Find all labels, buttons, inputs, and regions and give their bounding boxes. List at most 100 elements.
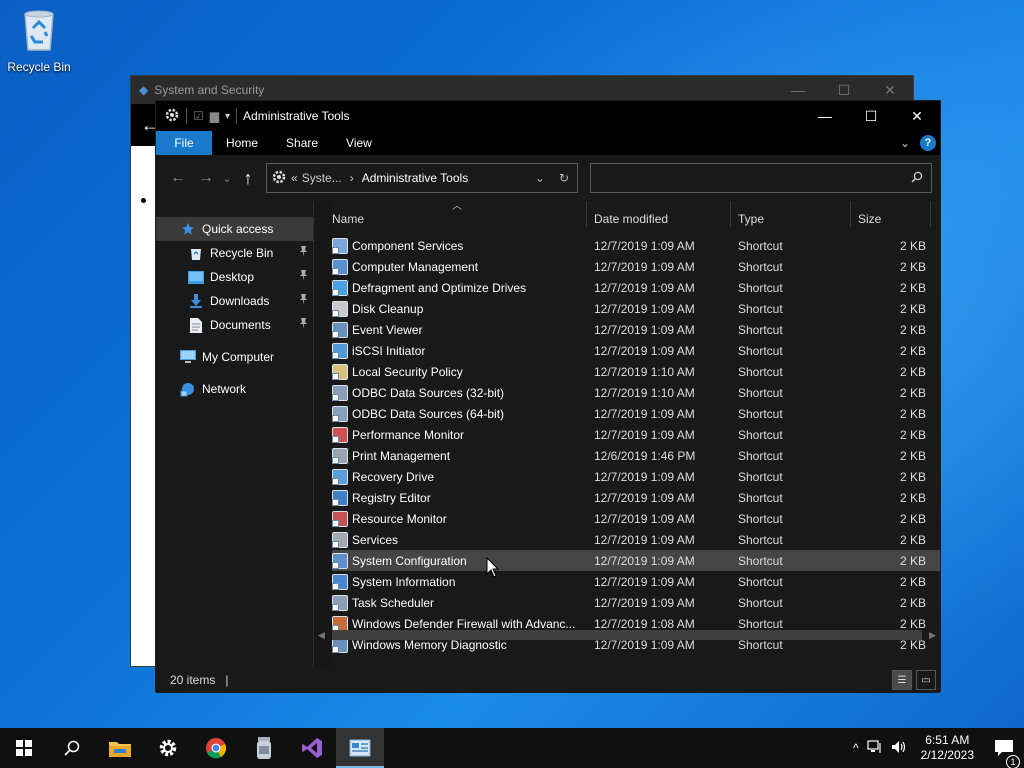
shortcut-icon [332,321,348,338]
scrollbar-thumb[interactable] [332,630,922,640]
file-row[interactable]: ODBC Data Sources (64-bit) 12/7/2019 1:09… [332,403,940,424]
breadcrumb-system[interactable]: Syste... [302,171,342,185]
file-name-cell: ODBC Data Sources (64-bit) [332,405,582,422]
bg-close-button[interactable]: ✕ [867,82,913,99]
file-type: Shortcut [738,448,783,463]
file-row[interactable]: Computer Management 12/7/2019 1:09 AM Shor… [332,256,940,277]
new-folder-icon[interactable]: ▆ [210,109,219,123]
breadcrumb-current[interactable]: Administrative Tools [362,171,469,185]
file-row[interactable]: ODBC Data Sources (32-bit) 12/7/2019 1:10… [332,382,940,403]
volume-tray-icon[interactable] [887,740,911,757]
pin-icon[interactable] [299,246,308,260]
visual-studio-button[interactable] [288,728,336,768]
horizontal-scrollbar[interactable]: ◀ ▶ [314,627,940,643]
address-bar[interactable]: « Syste... › Administrative Tools ⌄ ↻ [266,163,578,193]
left-scroll-strip [314,201,332,667]
back-button[interactable]: ← [164,169,192,187]
file-row[interactable]: Registry Editor 12/7/2019 1:09 AM Shortcut… [332,487,940,508]
file-name-cell: Performance Monitor [332,426,582,443]
file-row[interactable]: Services 12/7/2019 1:09 AM Shortcut 2 KB [332,529,940,550]
column-divider[interactable] [586,201,587,227]
sidebar-item-recycle-bin[interactable]: Recycle Bin [156,241,314,265]
forward-button[interactable]: → [192,169,220,187]
start-button[interactable] [0,728,48,768]
file-row[interactable]: Performance Monitor 12/7/2019 1:09 AM Shor… [332,424,940,445]
sidebar-item-desktop[interactable]: Desktop [156,265,314,289]
ribbon-expand-icon[interactable]: ⌄ [900,136,910,150]
pin-icon[interactable] [299,294,308,308]
help-icon[interactable]: ? [920,135,936,151]
column-size[interactable]: Size [858,212,881,226]
column-divider[interactable] [850,201,851,227]
maximize-button[interactable]: ☐ [848,101,894,131]
file-row[interactable]: Resource Monitor 12/7/2019 1:09 AM Shortcu… [332,508,940,529]
sidebar-item-my-computer[interactable]: My Computer [156,345,314,369]
column-divider[interactable] [930,201,931,227]
action-center-button[interactable]: 1 [984,739,1024,768]
explorer-titlebar[interactable]: ☑ ▆ ▾ Administrative Tools — ☐ ✕ [156,101,940,131]
clock[interactable]: 6:51 AM 2/12/2023 [911,733,984,763]
file-row[interactable]: Task Scheduler 12/7/2019 1:09 AM Shortcut 2… [332,592,940,613]
file-type: Shortcut [738,532,783,547]
details-view-icon[interactable]: ☰ [892,670,912,690]
file-row[interactable]: System Information 12/7/2019 1:09 AM Short… [332,571,940,592]
control-panel-button[interactable] [336,728,384,768]
bg-maximize-button[interactable]: ☐ [821,82,867,99]
large-icons-view-icon[interactable]: ▭ [916,670,936,690]
scroll-right-icon[interactable]: ▶ [929,630,936,641]
sidebar-item-downloads[interactable]: Downloads [156,289,314,313]
administrative-tools-window[interactable]: ☑ ▆ ▾ Administrative Tools — ☐ ✕ File Ho… [155,100,941,693]
file-explorer-button[interactable] [96,728,144,768]
tray-overflow-chevron[interactable]: ^ [849,741,863,755]
chrome-icon [206,738,226,759]
up-button[interactable]: ↑ [234,168,262,189]
file-name: ODBC Data Sources (64-bit) [352,406,505,421]
network-tray-icon[interactable] [863,739,887,757]
address-dropdown-icon[interactable]: ⌄ [535,171,545,185]
tab-home[interactable]: Home [212,131,272,155]
file-row[interactable]: Local Security Policy 12/7/2019 1:10 AM Sh… [332,361,940,382]
pin-icon[interactable] [299,270,308,284]
file-name-cell: Defragment and Optimize Drives [332,279,582,296]
column-divider[interactable] [730,201,731,227]
file-row[interactable]: System Configuration 12/7/2019 1:09 AM Sho… [332,550,940,571]
recent-locations-icon[interactable]: ⌄ [220,172,234,185]
sidebar-item-label: Network [202,382,247,396]
desktop-icon-recycle-bin[interactable]: Recycle Bin [4,6,74,74]
minimize-button[interactable]: — [802,101,848,131]
column-headers: ︿ Name Date modified Type Size [332,201,940,233]
file-row[interactable]: Component Services 12/7/2019 1:09 AM Short… [332,235,940,256]
file-row[interactable]: Disk Cleanup 12/7/2019 1:09 AM Shortcut 2 K… [332,298,940,319]
scroll-left-icon[interactable]: ◀ [318,630,325,641]
breadcrumb-separator[interactable]: › [350,171,354,185]
jar-app-button[interactable] [240,728,288,768]
file-date: 12/7/2019 1:09 AM [594,301,695,316]
breadcrumb-overflow[interactable]: « [291,171,298,185]
column-type[interactable]: Type [738,212,764,226]
column-name[interactable]: Name [332,212,364,226]
close-button[interactable]: ✕ [894,101,940,131]
settings-button[interactable] [144,728,192,768]
taskbar-search-button[interactable] [48,728,96,768]
sidebar-item-network[interactable]: Network [156,377,314,401]
column-date-modified[interactable]: Date modified [594,212,668,226]
chrome-button[interactable] [192,728,240,768]
quick-access-toolbar: ☑ ▆ ▾ [156,107,238,126]
file-row[interactable]: Event Viewer 12/7/2019 1:09 AM Shortcut 2 K… [332,319,940,340]
sidebar-item-quick-access[interactable]: Quick access [156,217,314,241]
sort-ascending-icon: ︿ [452,201,462,212]
search-input[interactable] [590,163,932,193]
refresh-icon[interactable]: ↻ [559,171,569,185]
bg-minimize-button[interactable]: — [775,82,821,99]
tab-share[interactable]: Share [272,131,332,155]
qat-dropdown-icon[interactable]: ▾ [225,111,230,122]
properties-icon[interactable]: ☑ [193,109,204,123]
file-row[interactable]: Defragment and Optimize Drives 12/7/2019 … [332,277,940,298]
tab-file[interactable]: File [156,131,212,155]
pin-icon[interactable] [299,318,308,332]
sidebar-item-documents[interactable]: Documents [156,313,314,337]
file-row[interactable]: iSCSI Initiator 12/7/2019 1:09 AM Shortcut… [332,340,940,361]
file-row[interactable]: Print Management 12/6/2019 1:46 PM Shortcu… [332,445,940,466]
file-row[interactable]: Recovery Drive 12/7/2019 1:09 AM Shortcut 2… [332,466,940,487]
tab-view[interactable]: View [332,131,386,155]
